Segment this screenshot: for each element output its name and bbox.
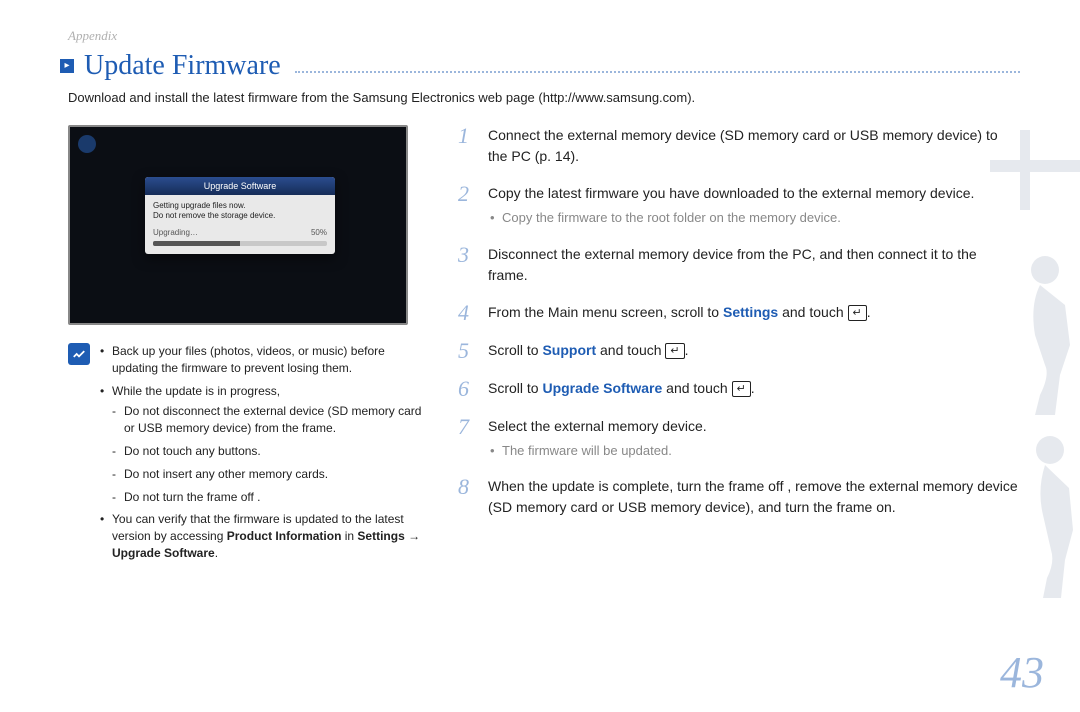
step-3: 3 Disconnect the external memory device …: [458, 244, 1020, 286]
step-text: and touch: [662, 380, 731, 396]
step-body: Select the external memory device. The f…: [488, 416, 1020, 461]
dialog-line2: Do not remove the storage device.: [153, 211, 327, 221]
note-subitem: Do not disconnect the external device (S…: [112, 403, 428, 437]
device-screenshot: Upgrade Software Getting upgrade files n…: [68, 125, 408, 325]
note-text: While the update is in progress,: [112, 384, 280, 398]
progress-fill: [153, 241, 240, 246]
step-7: 7 Select the external memory device. The…: [458, 416, 1020, 461]
step-highlight: Upgrade Software: [542, 380, 662, 396]
step-2: 2 Copy the latest firmware you have down…: [458, 183, 1020, 228]
step-body: Connect the external memory device (SD m…: [488, 125, 1020, 167]
step-5: 5 Scroll to Support and touch ↵.: [458, 340, 1020, 362]
content-columns: Upgrade Software Getting upgrade files n…: [68, 125, 1020, 568]
enter-icon: ↵: [732, 381, 751, 397]
dialog-line1: Getting upgrade files now.: [153, 201, 327, 211]
note-icon: [68, 343, 90, 365]
step-body: Scroll to Upgrade Software and touch ↵.: [488, 378, 1020, 400]
progress-bar: [153, 241, 327, 246]
title-row: Update Firmware: [60, 50, 1020, 82]
step-number: 5: [458, 340, 476, 362]
manual-page: Appendix Update Firmware Download and in…: [0, 0, 1080, 712]
note-item: You can verify that the firmware is upda…: [100, 511, 428, 561]
right-column: 1 Connect the external memory device (SD…: [458, 125, 1020, 568]
clock-icon: [78, 135, 96, 153]
note-subitem: Do not touch any buttons.: [112, 443, 428, 460]
step-number: 8: [458, 476, 476, 518]
step-body: Disconnect the external memory device fr…: [488, 244, 1020, 286]
breadcrumb: Appendix: [68, 28, 1020, 44]
progress-label: Upgrading…: [153, 228, 198, 238]
progress-percent: 50%: [311, 228, 327, 238]
note-subitem: Do not insert any other memory cards.: [112, 466, 428, 483]
step-body: Copy the latest firmware you have downlo…: [488, 183, 1020, 228]
step-text: Copy the latest firmware you have downlo…: [488, 185, 974, 201]
note-bold: Product Information: [227, 529, 342, 543]
notes-list: Back up your files (photos, videos, or m…: [100, 343, 428, 568]
step-sub-note: The firmware will be updated.: [488, 441, 1020, 461]
enter-icon: ↵: [665, 343, 684, 359]
note-subitem: Do not turn the frame off .: [112, 489, 428, 506]
section-arrow-icon: [60, 59, 74, 73]
step-text: Select the external memory device.: [488, 418, 707, 434]
step-body: From the Main menu screen, scroll to Set…: [488, 302, 1020, 324]
step-text: Scroll to: [488, 342, 542, 358]
step-highlight: Support: [542, 342, 596, 358]
enter-icon: ↵: [848, 305, 867, 321]
step-body: Scroll to Support and touch ↵.: [488, 340, 1020, 362]
step-number: 3: [458, 244, 476, 286]
step-4: 4 From the Main menu screen, scroll to S…: [458, 302, 1020, 324]
title-dotted-rule: [295, 59, 1020, 73]
dialog-title: Upgrade Software: [145, 177, 335, 195]
progress-row: Upgrading… 50%: [153, 228, 327, 238]
step-6: 6 Scroll to Upgrade Software and touch ↵…: [458, 378, 1020, 400]
intro-text: Download and install the latest firmware…: [68, 90, 1020, 105]
step-text: Scroll to: [488, 380, 542, 396]
note-text: in: [341, 529, 357, 543]
page-number: 43: [1000, 647, 1044, 698]
step-text: and touch: [778, 304, 847, 320]
notes-block: Back up your files (photos, videos, or m…: [68, 343, 428, 568]
step-text: and touch: [596, 342, 665, 358]
step-number: 6: [458, 378, 476, 400]
upgrade-dialog: Upgrade Software Getting upgrade files n…: [145, 177, 335, 254]
left-column: Upgrade Software Getting upgrade files n…: [68, 125, 428, 568]
step-number: 4: [458, 302, 476, 324]
step-text: From the Main menu screen, scroll to: [488, 304, 723, 320]
step-highlight: Settings: [723, 304, 778, 320]
step-number: 2: [458, 183, 476, 228]
step-number: 7: [458, 416, 476, 461]
step-sub-note: Copy the firmware to the root folder on …: [488, 208, 1020, 228]
notes-sublist: Do not disconnect the external device (S…: [112, 403, 428, 505]
note-item: Back up your files (photos, videos, or m…: [100, 343, 428, 377]
note-item: While the update is in progress, Do not …: [100, 383, 428, 506]
dialog-body: Getting upgrade files now. Do not remove…: [145, 195, 335, 254]
page-title: Update Firmware: [84, 50, 281, 82]
note-text: .: [215, 546, 218, 560]
step-body: When the update is complete, turn the fr…: [488, 476, 1020, 518]
step-number: 1: [458, 125, 476, 167]
step-1: 1 Connect the external memory device (SD…: [458, 125, 1020, 167]
step-8: 8 When the update is complete, turn the …: [458, 476, 1020, 518]
